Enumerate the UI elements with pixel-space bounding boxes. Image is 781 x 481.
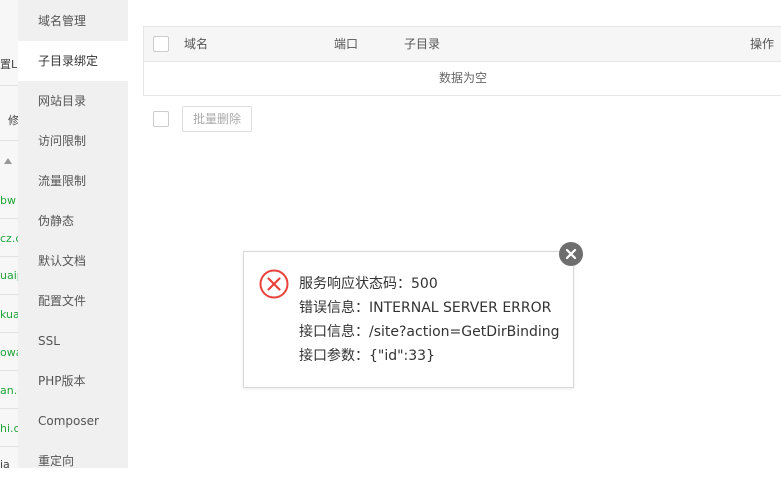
error-message-line: 错误信息：INTERNAL SERVER ERROR [299,300,552,316]
background-divider [0,218,18,219]
table-empty-message: 数据为空 [438,71,487,85]
background-divider [0,140,18,141]
background-divider [0,85,18,86]
error-params-line: 接口参数：{"id":33} [299,348,436,364]
sidebar-item-default-document[interactable]: 默认文档 [18,241,128,281]
background-text-fragment: kua [0,308,18,321]
error-icon [259,269,289,299]
background-divider [0,370,18,371]
background-text-fragment: 置Li [0,58,18,71]
sidebar-item-site-directory[interactable]: 网站目录 [18,81,128,121]
sidebar-item-ssl[interactable]: SSL [18,321,128,361]
background-divider [0,446,18,447]
column-header-domain[interactable]: 域名 [184,27,208,61]
sidebar-item-access-restriction[interactable]: 访问限制 [18,121,128,161]
close-icon [565,248,577,260]
background-text-fragment: 修 [8,114,18,127]
sidebar-item-composer[interactable]: Composer [18,401,128,441]
background-text-fragment: owa [0,346,18,359]
sidebar-item-domain-management[interactable]: 域名管理 [18,1,128,41]
table-header: 域名 端口 子目录 操作 [144,27,781,62]
subdirectory-binding-table: 域名 端口 子目录 操作 数据为空 [143,26,781,96]
column-header-actions: 操作 [750,37,775,51]
column-header-subdirectory[interactable]: 子目录 [404,27,440,61]
dialog-close-button[interactable] [559,242,583,266]
site-settings-sidebar: 域名管理 子目录绑定 网站目录 访问限制 流量限制 伪静态 默认文档 配置文件 … [18,0,128,468]
background-text-fragment: ia [0,458,10,468]
column-header-port[interactable]: 端口 [334,27,358,61]
error-dialog: 服务响应状态码：500 错误信息：INTERNAL SERVER ERROR 接… [243,251,574,388]
background-text-fragment: bw [0,194,16,207]
error-status-line: 服务响应状态码：500 [299,276,438,292]
background-page-strip: 置Li 修 bw cz.c uaip kua owa an.c hi.c ia [0,0,18,468]
bulk-select-checkbox[interactable] [153,111,169,127]
background-divider [0,256,18,257]
background-text-fragment: hi.c [0,422,18,435]
background-divider [0,294,18,295]
error-api-line: 接口信息：/site?action=GetDirBinding [299,324,560,340]
background-text-fragment: an.c [0,384,18,397]
background-text-fragment: uaip [0,269,18,282]
background-divider [0,408,18,409]
bulk-delete-button[interactable]: 批量删除 [182,106,252,132]
sidebar-item-php-version[interactable]: PHP版本 [18,361,128,401]
sidebar-item-traffic-limit[interactable]: 流量限制 [18,161,128,201]
sidebar-item-url-rewrite[interactable]: 伪静态 [18,201,128,241]
select-all-checkbox[interactable] [153,36,169,52]
sidebar-item-redirect[interactable]: 重定向 [18,441,128,481]
sidebar-item-subdirectory-binding[interactable]: 子目录绑定 [18,41,128,81]
sidebar-item-config-file[interactable]: 配置文件 [18,281,128,321]
sort-caret-icon [4,158,12,164]
background-divider [0,332,18,333]
background-text-fragment: cz.c [0,232,18,245]
